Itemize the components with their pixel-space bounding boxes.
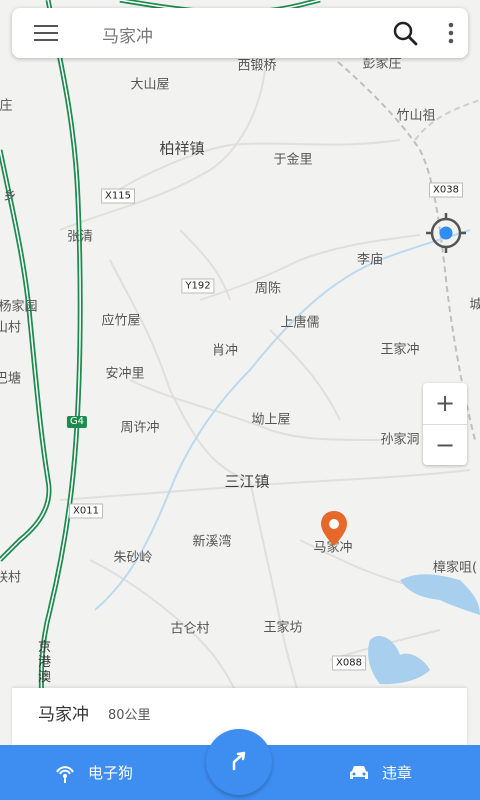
place-label[interactable]: 肖冲 [212,340,238,359]
menu-icon[interactable] [34,23,58,43]
place-label[interactable]: 安冲里 [105,363,144,382]
place-label[interactable]: 王家坊 [263,617,302,636]
car-icon [350,765,368,779]
search-icon[interactable] [392,20,418,46]
road-number-tag: X011 [69,503,103,519]
place-label[interactable]: 新溪湾 [192,531,231,550]
zoom-in-button[interactable]: + [423,383,467,424]
search-bar[interactable]: 马家冲 [12,8,468,58]
my-location-icon[interactable] [424,211,468,255]
place-label[interactable]: 巴塘 [0,368,21,387]
highway-shield-g4: G4 [66,416,88,428]
road-number-tag: X115 [101,188,135,204]
place-label[interactable]: 大山屋 [130,74,169,93]
route-turn-icon [232,751,246,771]
road-number-tag: Y192 [181,278,215,294]
location-pin-icon[interactable] [320,510,348,548]
more-options-icon[interactable] [442,20,460,46]
place-label[interactable]: 樟家咀( [433,557,477,576]
place-label[interactable]: 上唐儒 [280,312,319,331]
route-button[interactable] [206,729,272,795]
radar-signal-icon [56,765,74,783]
road-number-tag: X038 [429,182,463,198]
place-label[interactable]: 周许冲 [120,417,159,436]
electronic-dog-button[interactable]: 电子狗 [54,745,133,800]
place-label[interactable]: 坳上屋 [251,409,290,428]
map-view[interactable]: 西锻桥 彭家庄 大山屋 竹山祖 柏祥镇 于金里 张清 李庙 周陈 应竹屋 上唐儒 肖冲 王家冲 安冲里 坳上… [0,0,480,800]
place-label[interactable]: 孙家洞 [380,429,419,448]
place-label[interactable]: 柏祥镇 [159,138,204,159]
road-number-tag: X088 [332,655,366,671]
place-label[interactable]: 朕村 [0,567,21,586]
violation-button[interactable]: 违章 [348,745,412,800]
place-label[interactable]: 庄 [0,95,13,114]
electronic-dog-label: 电子狗 [88,764,134,782]
place-label[interactable]: 城 [469,294,480,313]
place-label[interactable]: 应竹屋 [101,310,140,329]
zoom-out-button[interactable]: − [423,425,467,466]
place-name: 马家冲 [38,705,89,725]
place-distance: 80公里 [108,708,151,723]
place-label[interactable]: 古仑村 [170,618,209,637]
highway-name-label: 京港澳 [38,640,52,685]
place-label[interactable]: 三江镇 [224,471,269,492]
place-label[interactable]: 竹山祖 [396,105,435,124]
place-label[interactable]: 李庙 [357,249,383,268]
place-label[interactable]: 张清 [67,226,93,245]
violation-label: 违章 [382,764,413,782]
place-label[interactable]: 朱砂岭 [113,547,152,566]
place-label[interactable]: 周陈 [255,278,281,297]
place-label[interactable]: 杨家园 [0,296,38,315]
place-label[interactable]: 于金里 [273,149,312,168]
place-label[interactable]: 山村 [0,317,21,336]
search-text[interactable]: 马家冲 [102,22,153,47]
place-label[interactable]: 乡 [3,185,16,204]
place-label[interactable]: 王家冲 [380,339,419,358]
zoom-controls: + − [423,383,467,465]
